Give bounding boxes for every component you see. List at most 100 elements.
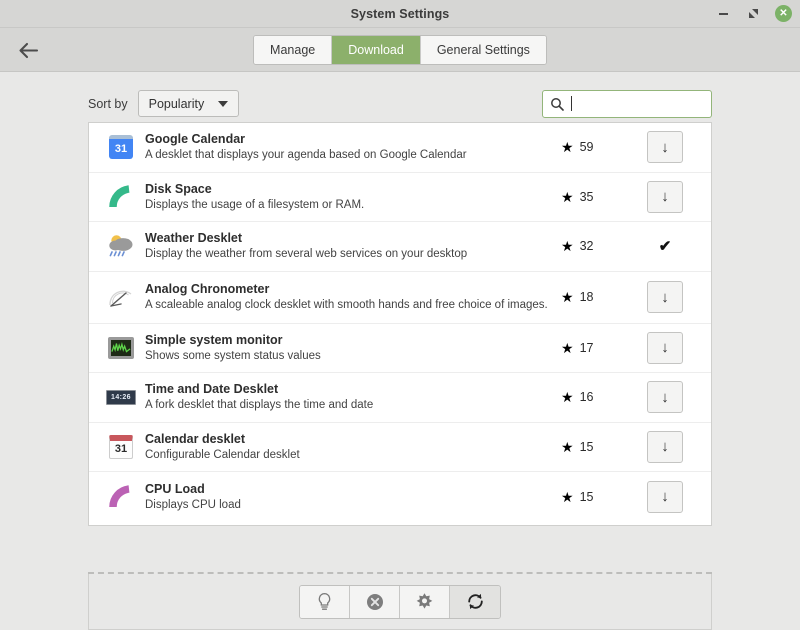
row-action: ✔ — [635, 237, 695, 255]
row-text: Simple system monitor Shows some system … — [145, 333, 561, 363]
refresh-button[interactable] — [450, 586, 500, 618]
row-score: ★ 59 — [561, 140, 635, 154]
row-score: ★ 17 — [561, 341, 635, 355]
system-monitor-icon — [108, 337, 134, 359]
row-action: ↓ — [635, 481, 695, 513]
row-icon: 14:26 — [103, 380, 139, 414]
window-title: System Settings — [0, 7, 800, 21]
back-button[interactable] — [12, 34, 44, 66]
row-text: Time and Date Desklet A fork desklet tha… — [145, 382, 561, 412]
uninstall-button[interactable] — [350, 586, 400, 618]
tab-manage[interactable]: Manage — [254, 36, 332, 64]
row-title: Google Calendar — [145, 132, 551, 147]
calendar-red-icon: 31 — [109, 435, 133, 459]
desklet-list[interactable]: 31 Google Calendar A desklet that displa… — [88, 122, 712, 526]
row-description: Displays CPU load — [145, 498, 551, 512]
lightbulb-icon — [316, 592, 333, 611]
bottom-toolbar — [88, 574, 712, 630]
row-text: Analog Chronometer A scaleable analog cl… — [145, 282, 561, 312]
maximize-button[interactable] — [745, 6, 761, 22]
star-icon: ★ — [561, 239, 574, 253]
table-row[interactable]: Simple system monitor Shows some system … — [89, 324, 711, 374]
row-description: Display the weather from several web ser… — [145, 247, 551, 261]
table-row[interactable]: 31 Google Calendar A desklet that displa… — [89, 123, 711, 173]
table-row[interactable]: 31 Calendar desklet Configurable Calenda… — [89, 423, 711, 473]
tab-bar: Manage Download General Settings — [0, 28, 800, 72]
row-title: Simple system monitor — [145, 333, 551, 348]
table-row[interactable]: Disk Space Displays the usage of a files… — [89, 173, 711, 223]
row-icon — [103, 331, 139, 365]
row-icon — [103, 180, 139, 214]
filter-toolbar: Sort by Popularity — [88, 72, 712, 122]
row-description: Shows some system status values — [145, 349, 551, 363]
tab-general-settings[interactable]: General Settings — [421, 36, 546, 64]
installed-check-icon: ✔ — [659, 237, 672, 255]
row-action: ↓ — [635, 281, 695, 313]
window-controls: ✕ — [715, 5, 792, 22]
row-title: Calendar desklet — [145, 432, 551, 447]
score-value: 17 — [580, 341, 594, 355]
tab-download[interactable]: Download — [332, 36, 421, 64]
score-value: 15 — [580, 490, 594, 504]
table-row[interactable]: Analog Chronometer A scaleable analog cl… — [89, 272, 711, 324]
back-arrow-icon — [18, 42, 39, 59]
chevron-down-icon — [218, 101, 228, 107]
search-input[interactable] — [542, 90, 712, 118]
row-icon — [103, 229, 139, 263]
minimize-button[interactable] — [715, 6, 731, 22]
action-button-group — [299, 585, 501, 619]
score-value: 32 — [580, 239, 594, 253]
row-score: ★ 32 — [561, 239, 635, 253]
score-value: 16 — [580, 390, 594, 404]
cpu-load-arc-icon — [107, 483, 135, 511]
row-title: Time and Date Desklet — [145, 382, 551, 397]
download-button[interactable]: ↓ — [647, 281, 683, 313]
download-button[interactable]: ↓ — [647, 431, 683, 463]
row-score: ★ 16 — [561, 390, 635, 404]
download-button[interactable]: ↓ — [647, 381, 683, 413]
download-button[interactable]: ↓ — [647, 332, 683, 364]
disk-space-arc-icon — [107, 183, 135, 211]
star-icon: ★ — [561, 341, 574, 355]
table-row[interactable]: Weather Desklet Display the weather from… — [89, 222, 711, 272]
settings-button[interactable] — [400, 586, 450, 618]
waveform-icon — [111, 341, 131, 355]
download-button[interactable]: ↓ — [647, 181, 683, 213]
system-settings-window: System Settings ✕ Manage Download Genera… — [0, 0, 800, 630]
gear-icon — [415, 592, 434, 611]
row-score: ★ 35 — [561, 190, 635, 204]
score-value: 18 — [580, 290, 594, 304]
text-cursor — [571, 96, 572, 111]
score-value: 15 — [580, 440, 594, 454]
star-icon: ★ — [561, 190, 574, 204]
row-action: ↓ — [635, 181, 695, 213]
main-content: Sort by Popularity 31 — [0, 72, 800, 572]
row-action: ↓ — [635, 131, 695, 163]
table-row[interactable]: 14:26 Time and Date Desklet A fork deskl… — [89, 373, 711, 423]
row-title: Disk Space — [145, 182, 551, 197]
row-title: CPU Load — [145, 482, 551, 497]
row-title: Weather Desklet — [145, 231, 551, 246]
row-title: Analog Chronometer — [145, 282, 551, 297]
row-description: A fork desklet that displays the time an… — [145, 398, 551, 412]
table-row[interactable]: CPU Load Displays CPU load ★ 15 ↓ — [89, 472, 711, 522]
row-text: Calendar desklet Configurable Calendar d… — [145, 432, 561, 462]
row-score: ★ 15 — [561, 440, 635, 454]
row-score: ★ 18 — [561, 290, 635, 304]
sort-by-dropdown[interactable]: Popularity — [138, 90, 240, 117]
row-description: Displays the usage of a filesystem or RA… — [145, 198, 551, 212]
download-button[interactable]: ↓ — [647, 481, 683, 513]
analog-clock-icon — [106, 283, 136, 311]
download-button[interactable]: ↓ — [647, 131, 683, 163]
close-button[interactable]: ✕ — [775, 5, 792, 22]
row-icon: 31 — [103, 130, 139, 164]
lcd-clock-icon: 14:26 — [106, 390, 136, 405]
sort-by-label: Sort by — [88, 97, 128, 111]
row-text: Disk Space Displays the usage of a files… — [145, 182, 561, 212]
star-icon: ★ — [561, 490, 574, 504]
row-icon — [103, 480, 139, 514]
row-action: ↓ — [635, 332, 695, 364]
info-button[interactable] — [300, 586, 350, 618]
score-value: 59 — [580, 140, 594, 154]
google-calendar-icon: 31 — [109, 135, 133, 159]
